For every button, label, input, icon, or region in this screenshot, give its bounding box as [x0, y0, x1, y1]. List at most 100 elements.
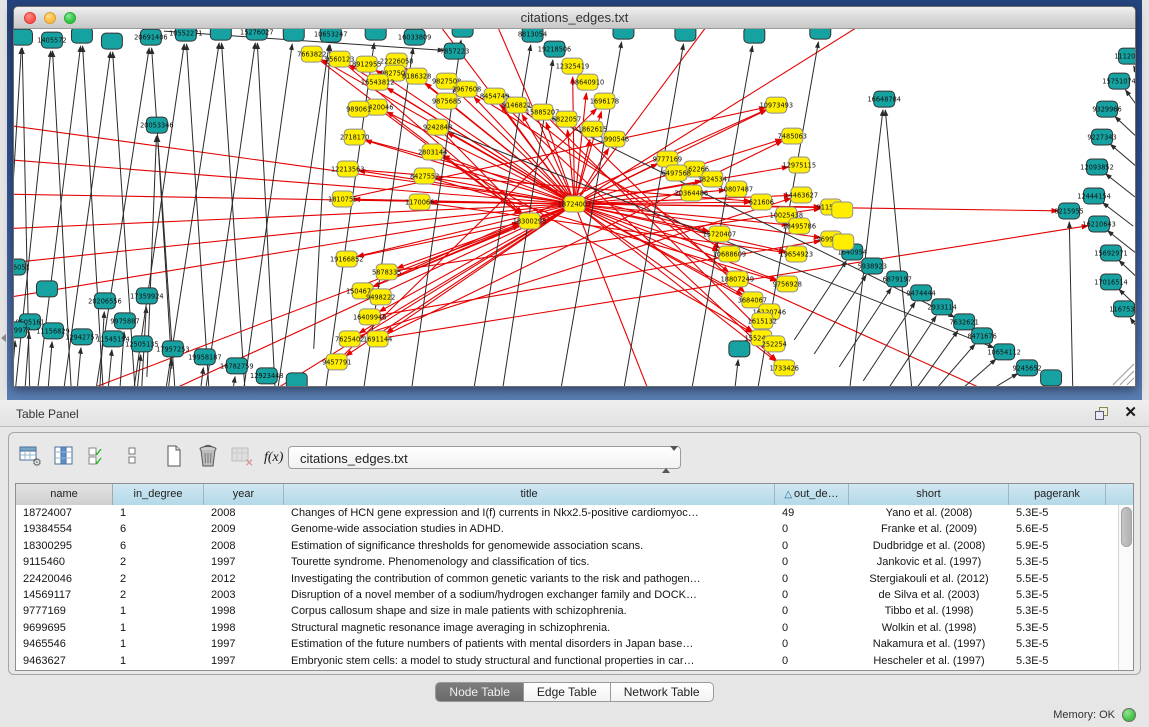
table-row[interactable]: 1938455462009Genome-wide association stu… [16, 521, 1118, 537]
graph-node[interactable]: 1170066 [405, 194, 434, 210]
graph-edge[interactable] [575, 204, 778, 280]
graph-node[interactable]: 989061 [346, 101, 371, 117]
graph-node[interactable]: 8427552 [410, 168, 439, 184]
table-cell[interactable]: 9777169 [16, 603, 113, 619]
graph-node[interactable]: 16210643 [1082, 216, 1115, 232]
graph-node[interactable]: 9474444 [907, 285, 936, 301]
graph-node[interactable]: 7632621 [950, 314, 979, 330]
table-cell[interactable]: 18724007 [16, 505, 113, 521]
graph-node[interactable] [729, 341, 750, 357]
graph-node[interactable]: 15692971 [1094, 245, 1127, 261]
graph-node[interactable] [832, 202, 853, 218]
column-header-name[interactable]: name [16, 484, 113, 505]
graph-node[interactable]: 9457791 [322, 354, 351, 370]
graph-node[interactable]: 252254 [762, 336, 787, 352]
graph-node[interactable]: 9227343 [1087, 129, 1116, 145]
graph-edge[interactable] [969, 374, 1018, 386]
graph-node[interactable]: 14463627 [785, 187, 818, 203]
graph-node[interactable]: 9498222 [366, 289, 395, 305]
graph-node[interactable]: 16409948 [353, 309, 386, 325]
graph-edge[interactable] [946, 359, 996, 386]
graph-node[interactable] [71, 29, 92, 43]
table-cell[interactable]: 6 [113, 521, 204, 537]
table-cell[interactable]: 1998 [204, 620, 284, 636]
graph-node[interactable]: 20053346 [140, 117, 173, 133]
graph-edge[interactable] [924, 344, 975, 386]
graph-node[interactable] [744, 29, 765, 43]
table-cell[interactable]: Hescheler et al. (1997) [849, 653, 1009, 669]
graph-edge[interactable] [14, 204, 575, 299]
graph-node[interactable]: 7857223 [440, 43, 469, 59]
graph-edge[interactable] [47, 342, 52, 386]
graph-edge[interactable] [24, 333, 29, 386]
table-cell[interactable]: Changes of HCN gene expression and I(f) … [284, 505, 775, 521]
graph-node[interactable]: 17957253 [156, 341, 189, 357]
graph-node[interactable]: 20691406 [134, 29, 167, 45]
table-cell[interactable]: 0 [775, 521, 849, 537]
graph-edge[interactable] [132, 44, 184, 386]
graph-node[interactable]: 1112074 [1114, 48, 1135, 64]
graph-node[interactable] [810, 29, 831, 39]
graph-node[interactable]: 1810755 [328, 191, 357, 207]
graph-node[interactable]: 8186328 [402, 68, 431, 84]
graph-node[interactable]: 17016514 [1094, 274, 1127, 290]
table-cell[interactable]: 9463627 [16, 653, 113, 669]
table-cell[interactable]: 0 [775, 620, 849, 636]
graph-node[interactable]: 19958187 [188, 349, 221, 365]
table-cell[interactable]: Investigating the contribution of common… [284, 571, 775, 587]
graph-node[interactable]: 17359924 [130, 288, 163, 304]
table-cell[interactable]: 2 [113, 554, 204, 570]
tab-network-table[interactable]: Network Table [611, 682, 714, 702]
graph-node[interactable]: 10653247 [314, 29, 347, 42]
graph-node[interactable]: 10654112 [987, 344, 1020, 360]
graph-node[interactable] [1041, 370, 1062, 386]
memory-ok-indicator[interactable] [1122, 708, 1136, 722]
table-selector-dropdown[interactable]: citations_edges.txt [288, 446, 681, 469]
table-cell[interactable]: 2003 [204, 587, 284, 603]
table-cell[interactable]: 5.3E-5 [1009, 636, 1106, 652]
network-canvas[interactable]: 1405572206914061055227115276027106532471… [14, 29, 1135, 386]
table-cell[interactable]: 0 [775, 554, 849, 570]
table-cell[interactable]: 6 [113, 538, 204, 554]
graph-node[interactable]: 16033809 [398, 29, 431, 45]
graph-node[interactable]: 19654923 [780, 246, 813, 262]
graph-node[interactable]: 8813054 [518, 29, 547, 42]
graph-node[interactable] [675, 29, 696, 41]
table-cell[interactable]: 9699695 [16, 620, 113, 636]
table-cell[interactable]: 1 [113, 620, 204, 636]
table-cell[interactable]: Estimation of significance thresholds fo… [284, 538, 775, 554]
graph-edge[interactable] [1069, 222, 1073, 386]
table-cell[interactable]: Estimation of the future numbers of pati… [284, 636, 775, 652]
delete-entries-icon[interactable] [195, 444, 221, 468]
table-cell[interactable]: Stergiakouli et al. (2012) [849, 571, 1009, 587]
create-table-icon[interactable] [161, 444, 187, 468]
graph-node[interactable]: 19166852 [330, 251, 363, 267]
table-row[interactable]: 946554611997Estimation of the future num… [16, 636, 1118, 652]
table-cell[interactable]: 2008 [204, 538, 284, 554]
table-cell[interactable]: 5.6E-5 [1009, 521, 1106, 537]
graph-edge[interactable] [733, 360, 738, 386]
table-cell[interactable]: 2 [113, 571, 204, 587]
table-cell[interactable]: Embryonic stem cells: a model to study s… [284, 653, 775, 669]
graph-node[interactable]: 9242848 [423, 119, 452, 135]
graph-node[interactable]: 9245652 [1012, 360, 1041, 376]
table-row[interactable]: 1872400712008Changes of HCN gene express… [16, 505, 1118, 521]
graph-node[interactable]: 12975115 [783, 157, 816, 173]
tab-node-table[interactable]: Node Table [435, 682, 524, 702]
graph-node[interactable]: 16782759 [220, 358, 253, 374]
graph-edge[interactable] [152, 48, 176, 386]
table-cell[interactable]: 22420046 [16, 571, 113, 587]
graph-node[interactable]: 7663822 [297, 46, 326, 62]
table-cell[interactable]: Disruption of a novel member of a sodium… [284, 587, 775, 603]
graph-node[interactable]: 1696178 [590, 93, 619, 109]
sidebar-collapse-icon[interactable] [1, 334, 6, 342]
table-cell[interactable]: 1998 [204, 603, 284, 619]
table-cell[interactable]: 1 [113, 653, 204, 669]
graph-edge[interactable] [1110, 144, 1135, 167]
graph-node[interactable]: 10552271 [169, 29, 202, 41]
graph-node[interactable]: 1691144 [363, 331, 392, 347]
table-cell[interactable]: Tourette syndrome. Phenomenology and cla… [284, 554, 775, 570]
graph-edge[interactable] [1126, 90, 1135, 111]
table-row[interactable]: 1830029562008Estimation of significance … [16, 538, 1118, 554]
graph-node[interactable]: 20206556 [88, 293, 121, 309]
